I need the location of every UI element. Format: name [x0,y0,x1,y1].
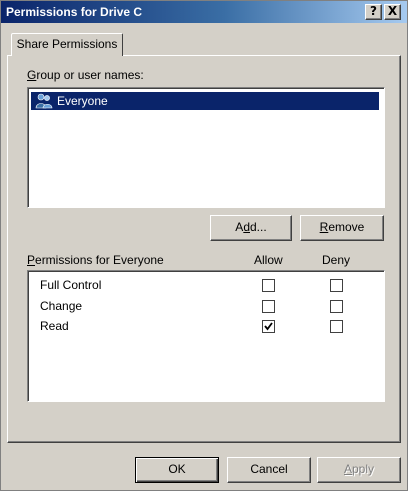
ok-button[interactable]: OK [135,457,219,483]
remove-button-mnemonic: R [319,220,329,234]
add-button[interactable]: Add... [210,215,292,241]
permission-name: Read [40,319,69,333]
deny-checkbox-full-control[interactable] [330,279,343,292]
title-buttons: ? X [365,4,401,20]
permissions-label-mnemonic: P [27,253,36,267]
allow-checkbox-full-control[interactable] [262,279,275,292]
help-button[interactable]: ? [365,4,382,20]
permission-name: Change [40,299,83,313]
cancel-button-label: Cancel [250,462,288,476]
group-names-label-mnemonic: G [27,68,37,82]
list-item-label: Everyone [57,94,108,108]
remove-button-text: emove [328,220,365,234]
permissions-label-text: ermissions for Everyone [35,253,164,267]
checkmark-icon [264,322,273,331]
cancel-button[interactable]: Cancel [227,457,311,483]
remove-button[interactable]: Remove [300,215,384,241]
group-names-label: Group or user names: [27,68,144,82]
permissions-dialog: Permissions for Drive C ? X Share Permis… [0,0,408,491]
permission-row: Read [28,317,384,337]
deny-checkbox-read[interactable] [330,320,343,333]
allow-checkbox-read[interactable] [262,320,275,333]
deny-checkbox-change[interactable] [330,300,343,313]
group-user-list[interactable]: Everyone [27,87,385,208]
apply-button[interactable]: Apply [317,457,401,483]
permissions-list: Full Control Change Read [27,270,385,402]
permission-row: Change [28,297,384,317]
add-button-mnemonic: d [243,220,250,234]
apply-button-mnemonic: A [343,462,352,476]
group-users-icon [35,93,53,109]
tab-panel: Group or user names: Everyone Add... Rem… [7,55,401,443]
permissions-label: Permissions for Everyone [27,253,164,267]
deny-column-header: Deny [322,253,351,267]
group-names-label-text: roup or user names: [36,68,144,82]
add-button-text-rest: d... [250,220,267,234]
window-title: Permissions for Drive C [6,5,143,19]
title-bar[interactable]: Permissions for Drive C ? X [1,1,407,23]
tab-label: Share Permissions [16,37,118,51]
tab-share-permissions[interactable]: Share Permissions [11,33,123,56]
permission-row: Full Control [28,276,384,296]
list-item-everyone[interactable]: Everyone [31,92,379,110]
apply-button-text: pply [352,462,375,476]
close-button[interactable]: X [384,4,401,20]
ok-button-label: OK [168,462,186,476]
allow-checkbox-change[interactable] [262,300,275,313]
permission-name: Full Control [40,278,102,292]
allow-column-header: Allow [254,253,283,267]
